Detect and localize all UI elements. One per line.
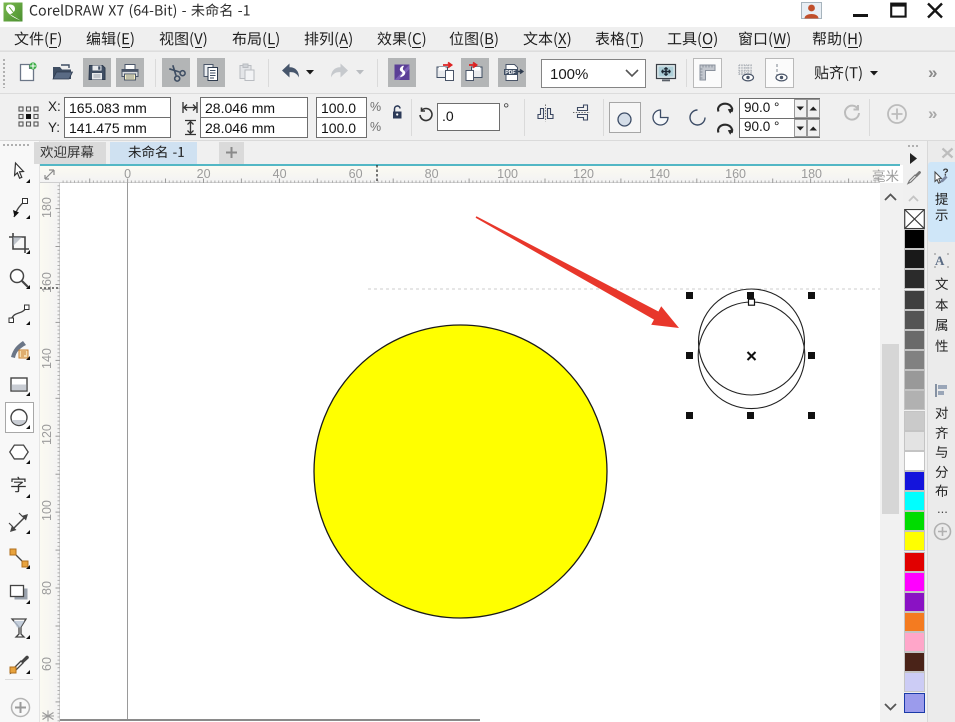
svg-text:?: ?	[943, 168, 949, 179]
svg-text:A: A	[935, 253, 945, 268]
